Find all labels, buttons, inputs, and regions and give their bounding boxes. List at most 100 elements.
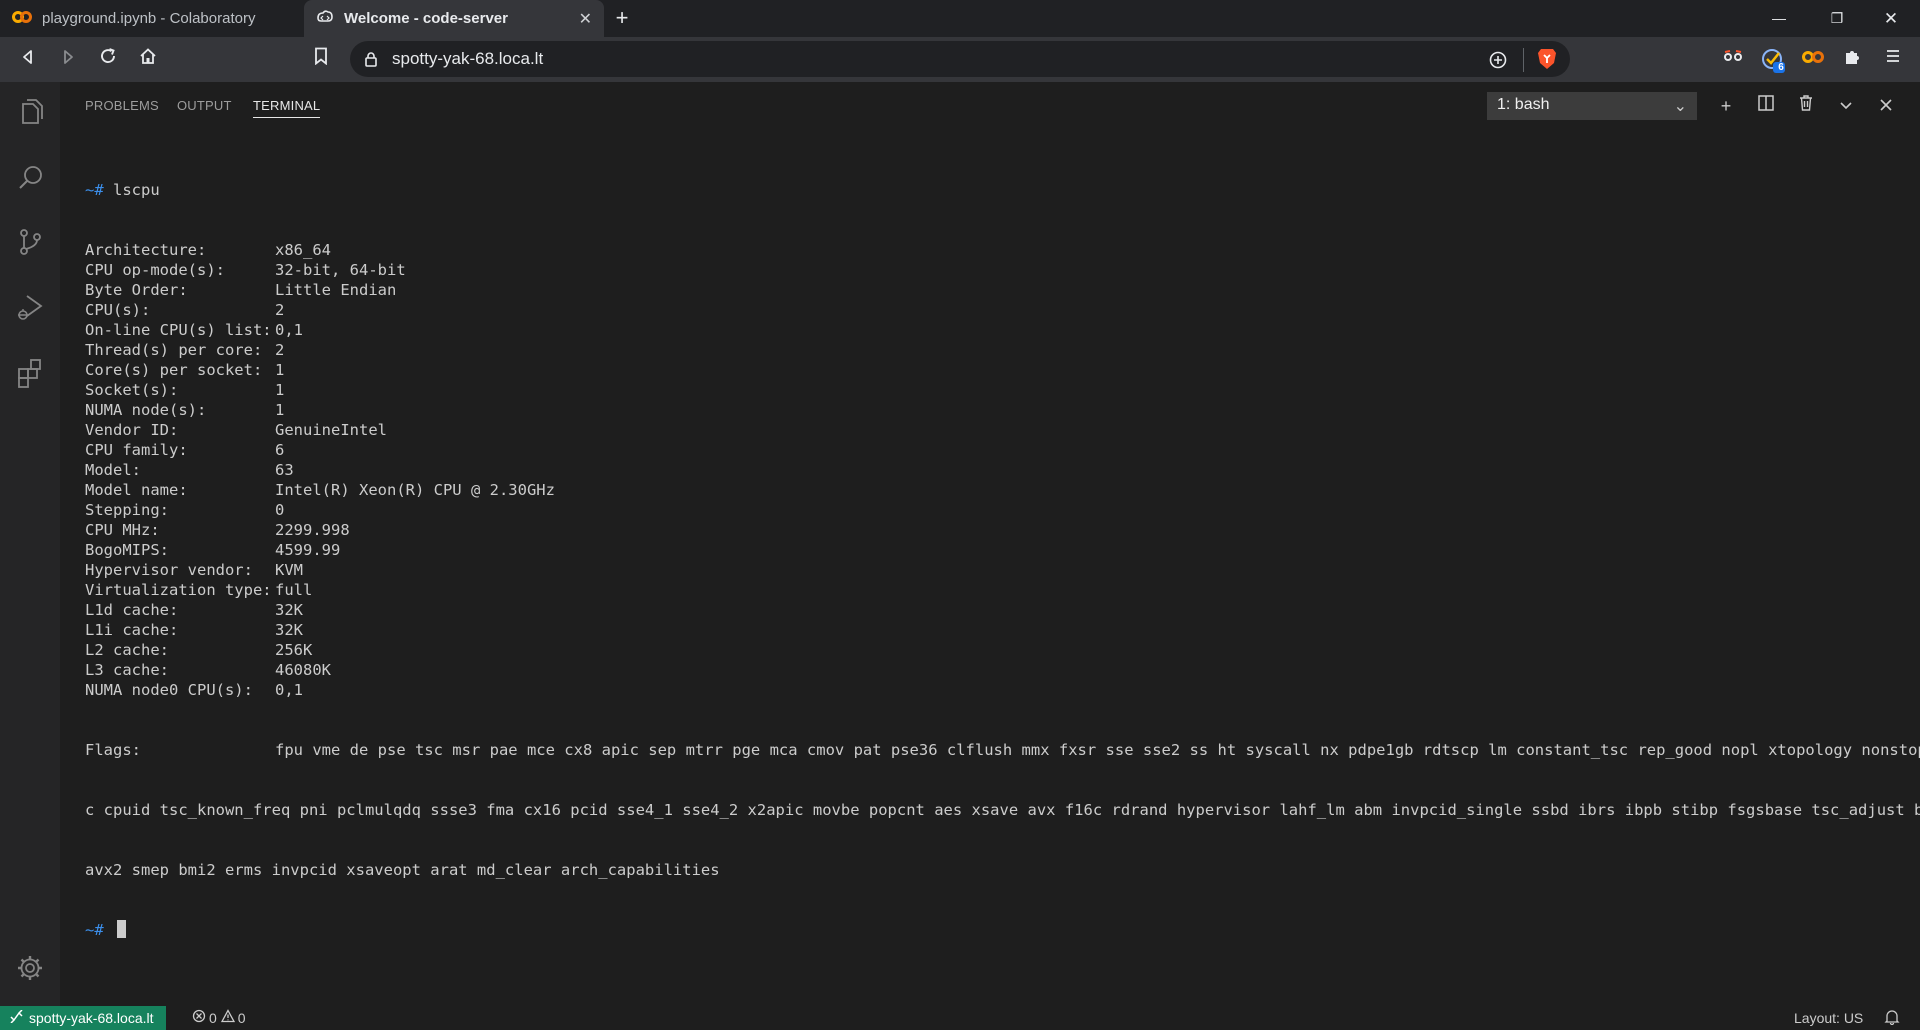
terminal-key: Thread(s) per core: (85, 341, 263, 359)
remote-icon (10, 1006, 23, 1030)
terminal-line: Stepping: 0 (85, 500, 1905, 520)
split-terminal-icon[interactable] (1754, 94, 1778, 118)
explorer-icon[interactable] (10, 92, 50, 132)
terminal-value: 4599.99 (275, 541, 341, 559)
minimize-window-icon[interactable]: — (1750, 0, 1808, 37)
browser-tab-title: Welcome - code-server (344, 10, 508, 27)
settings-gear-icon[interactable] (10, 948, 50, 988)
close-tab-icon[interactable]: ✕ (579, 9, 592, 29)
terminal-value: 32-bit, 64-bit (275, 261, 406, 279)
terminal-prompt: ~# (85, 181, 113, 199)
run-debug-icon[interactable] (10, 287, 50, 327)
terminal-line: CPU(s): 2 (85, 300, 1905, 320)
close-panel-icon[interactable] (1874, 94, 1898, 118)
reload-icon[interactable] (95, 47, 121, 73)
home-icon[interactable] (135, 47, 161, 73)
terminal-line: L1d cache: 32K (85, 600, 1905, 620)
browser-menu-icon[interactable] (1880, 47, 1906, 73)
terminal-key: Model: (85, 461, 141, 479)
terminal-line: Model name: Intel(R) Xeon(R) CPU @ 2.30GH… (85, 480, 1905, 500)
terminal-key: CPU family: (85, 441, 188, 459)
terminal-key: BogoMIPS: (85, 541, 169, 559)
terminal-value: fpu vme de pse tsc msr pae mce cx8 apic … (275, 741, 1920, 759)
terminal-flags-line: c cpuid tsc_known_freq pni pclmulqdq sss… (85, 800, 1920, 820)
extensions-puzzle-icon[interactable] (1840, 47, 1866, 73)
terminal-line: L3 cache: 46080K (85, 660, 1905, 680)
terminal-key: CPU(s): (85, 301, 151, 319)
keyboard-layout[interactable]: Layout: US (1794, 1010, 1863, 1026)
terminal-flags-line: Flags: fpu vme de pse tsc msr pae mce cx8… (85, 740, 1920, 760)
tab-terminal[interactable]: TERMINAL (253, 98, 321, 118)
browser-tab-colab[interactable]: playground.ipynb - Colaboratory (0, 0, 304, 37)
warning-icon (220, 1009, 235, 1026)
error-count: 0 (209, 1009, 217, 1026)
forward-icon[interactable] (55, 47, 81, 73)
terminal-line: L2 cache: 256K (85, 640, 1905, 660)
problems-status[interactable]: 0 0 (192, 1009, 246, 1026)
terminal-select[interactable]: 1: bash ⌄ (1487, 92, 1697, 120)
terminal-value: 46080K (275, 661, 331, 679)
terminal-output[interactable]: ~# lscpu Architecture: x86_64 CPU op-mode(… (85, 140, 1920, 960)
terminal-value: avx2 smep bmi2 erms invpcid xsaveopt ara… (85, 861, 720, 879)
terminal-key: Stepping: (85, 501, 169, 519)
terminal-value: 0 (275, 501, 285, 519)
restore-window-icon[interactable]: ❐ (1808, 0, 1866, 37)
terminal-value: x86_64 (275, 241, 331, 259)
terminal-line: Byte Order: Little Endian (85, 280, 1905, 300)
terminal-value: 1 (275, 381, 285, 399)
terminal-key: L1i cache: (85, 621, 179, 639)
new-tab-button[interactable]: + (608, 4, 636, 32)
extension-infinity-icon[interactable] (1800, 47, 1826, 73)
terminal-select-value: 1: bash (1497, 96, 1550, 113)
maximize-panel-icon[interactable] (1834, 94, 1858, 118)
terminal-flags-line: avx2 smep bmi2 erms invpcid xsaveopt ara… (85, 860, 1905, 880)
terminal-line: Vendor ID: GenuineIntel (85, 420, 1905, 440)
terminal-line: CPU family: 6 (85, 440, 1905, 460)
url-text[interactable]: spotty-yak-68.loca.lt (392, 49, 543, 69)
terminal-value: 32K (275, 621, 303, 639)
bookmark-icon[interactable] (308, 47, 334, 73)
remote-indicator[interactable]: spotty-yak-68.loca.lt (0, 1006, 166, 1030)
terminal-key: L3 cache: (85, 661, 169, 679)
terminal-command: lscpu (113, 181, 160, 199)
terminal-key: NUMA node(s): (85, 401, 207, 419)
terminal-line: Socket(s): 1 (85, 380, 1905, 400)
terminal-line: Virtualization type: full (85, 580, 1905, 600)
terminal-key: Architecture: (85, 241, 207, 259)
terminal-value: 256K (275, 641, 313, 659)
share-icon[interactable] (1488, 50, 1508, 75)
terminal-value: 2 (275, 301, 285, 319)
terminal-key: Hypervisor vendor: (85, 561, 253, 579)
back-icon[interactable] (15, 47, 41, 73)
terminal-key: Virtualization type: (85, 581, 272, 599)
extension-glasses-icon[interactable] (1720, 47, 1746, 73)
warning-count: 0 (237, 1009, 246, 1026)
terminal-line: NUMA node(s): 1 (85, 400, 1905, 420)
extensions-icon[interactable] (10, 352, 50, 392)
source-control-icon[interactable] (10, 222, 50, 262)
terminal-key: L2 cache: (85, 641, 169, 659)
new-terminal-icon[interactable]: + (1714, 94, 1738, 118)
brave-shields-icon[interactable] (1536, 47, 1558, 76)
terminal-value: 0,1 (275, 321, 303, 339)
tab-output[interactable]: OUTPUT (177, 98, 232, 113)
terminal-key: CPU MHz: (85, 521, 160, 539)
terminal-line: CPU MHz: 2299.998 (85, 520, 1905, 540)
tab-problems[interactable]: PROBLEMS (85, 98, 159, 113)
trash-icon[interactable] (1794, 94, 1818, 118)
notifications-bell-icon[interactable] (1884, 1009, 1900, 1030)
close-window-icon[interactable]: ✕ (1862, 0, 1920, 37)
terminal-prompt: ~# (85, 921, 113, 939)
terminal-line: Thread(s) per core: 2 (85, 340, 1905, 360)
colab-logo-icon (12, 10, 32, 28)
terminal-line: Hypervisor vendor: KVM (85, 560, 1905, 580)
browser-tab-code-server[interactable]: Welcome - code-server ✕ (304, 0, 604, 37)
activity-bar (0, 82, 60, 1006)
terminal-value: 1 (275, 401, 285, 419)
chevron-down-icon: ⌄ (1673, 98, 1687, 115)
search-icon[interactable] (10, 158, 50, 198)
terminal-value: full (275, 581, 313, 599)
browser-tab-title: playground.ipynb - Colaboratory (42, 10, 256, 27)
terminal-key: Flags: (85, 741, 141, 759)
extension-badge: 6 (1778, 62, 1784, 73)
